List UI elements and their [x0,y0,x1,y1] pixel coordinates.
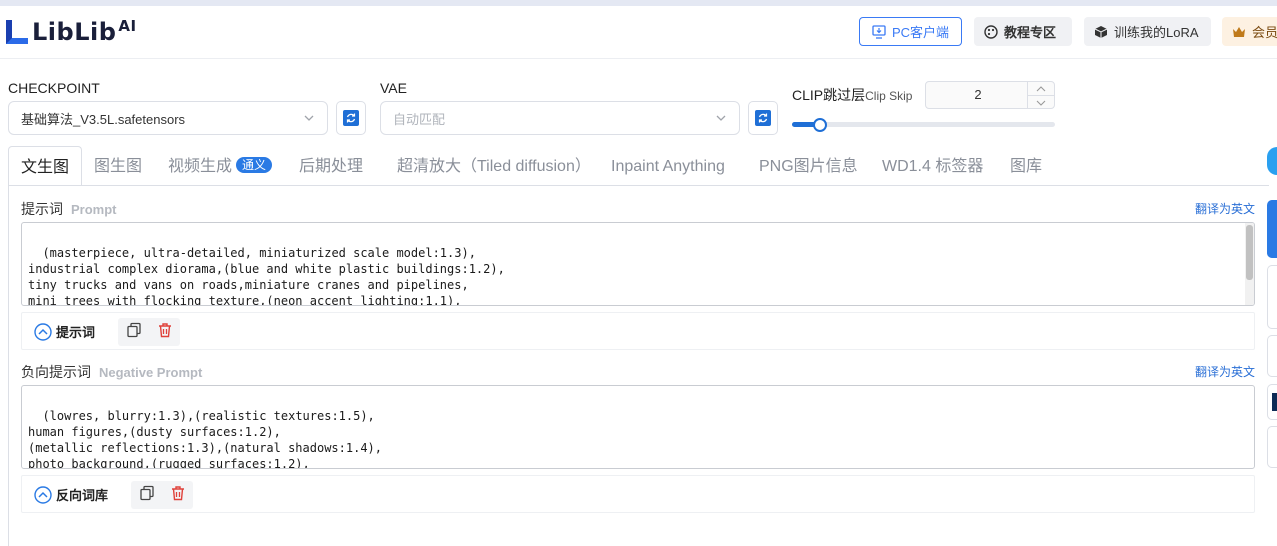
negative-actions [131,481,193,509]
trash-icon[interactable] [157,322,173,343]
slider-thumb[interactable] [813,118,827,132]
prompt-title: 提示词 Prompt [21,199,117,219]
chevron-down-icon [1036,100,1046,106]
vip-label: 会员 [1252,25,1277,40]
vip-button[interactable]: 会员 [1222,17,1277,46]
negative-toolbar-label: 反向词库 [56,488,109,503]
tab-video[interactable]: 视频生成 通义 [168,146,273,186]
prompt-translate-link[interactable]: 翻译为英文 [1195,200,1255,217]
tab-label: PNG图片信息 [759,158,858,175]
tutorials-label: 教程专区 [1004,25,1057,40]
right-side-panel[interactable] [1267,384,1277,420]
chevron-down-icon [715,112,727,127]
tab-inpaint-anything[interactable]: Inpaint Anything [611,146,725,186]
negative-toolbar: 反向词库 [21,475,1255,513]
clip-skip-stepper[interactable]: 2 [925,81,1055,109]
tab-png-info[interactable]: PNG图片信息 [759,146,858,186]
prompt-toolbar-label: 提示词 [56,325,96,340]
vae-select[interactable]: 自动匹配 [380,101,740,135]
clip-skip-slider[interactable] [792,118,1055,132]
chevron-up-circle-icon [34,322,52,341]
checkpoint-value: 基础算法_V3.5L.safetensors [21,111,186,127]
palette-icon [984,24,998,39]
negative-prompt-title: 负向提示词 Negative Prompt [21,362,202,382]
prompt-toolbar: 提示词 [21,312,1255,350]
tab-label: 图生图 [94,158,143,175]
train-lora-label: 训练我的LoRA [1114,25,1199,40]
negative-title-cn: 负向提示词 [21,364,91,380]
chevron-down-icon [303,112,315,127]
tutorials-button[interactable]: 教程专区 [974,17,1072,46]
refresh-icon [755,110,771,126]
negative-collapse-button[interactable]: 反向词库 [34,485,108,504]
tab-txt2img[interactable]: 文生图 [8,146,83,186]
right-side-panel[interactable] [1267,426,1277,468]
trash-icon[interactable] [170,485,186,506]
tab-label: Inpaint Anything [611,158,725,175]
train-lora-button[interactable]: 训练我的LoRA [1084,17,1211,46]
thumbnail-icon [1272,393,1277,411]
crown-icon [1232,26,1246,38]
tab-gallery[interactable]: 图库 [1010,146,1042,186]
prompt-scrollbar[interactable] [1245,223,1254,305]
logo-text: LibLib [32,18,117,46]
logo-ai-text: AI [118,17,137,35]
cube-icon [1094,25,1108,39]
clip-skip-label: CLIP跳过层Clip Skip [792,85,912,105]
checkpoint-select[interactable]: 基础算法_V3.5L.safetensors [8,101,328,135]
logo-mark-icon [4,18,30,46]
monitor-download-icon [872,24,886,39]
clip-skip-title: CLIP跳过层 [792,87,866,103]
negative-prompt-text: (lowres, blurry:1.3),(realistic textures… [28,409,383,469]
copy-icon[interactable] [126,322,142,343]
refresh-icon [343,110,359,126]
vae-placeholder: 自动匹配 [393,111,446,127]
prompt-title-cn: 提示词 [21,201,63,217]
copy-icon[interactable] [139,485,155,506]
tab-label: 超清放大（Tiled diffusion） [397,158,591,175]
vae-label: VAE [380,80,407,96]
pc-client-button[interactable]: PC客户端 [859,17,962,46]
negative-translate-link[interactable]: 翻译为英文 [1195,363,1255,380]
prompt-title-en: Prompt [71,202,117,217]
negative-title-en: Negative Prompt [99,365,203,380]
checkpoint-label: CHECKPOINT [8,80,100,96]
tab-tiled-diffusion[interactable]: 超清放大（Tiled diffusion） [397,146,591,186]
right-side-button[interactable] [1267,200,1277,258]
tab-label: 图库 [1010,158,1043,175]
chevron-up-icon [1036,85,1046,91]
tab-wd14-tagger[interactable]: WD1.4 标签器 [882,146,983,186]
prompt-actions [118,318,180,346]
tongyi-badge: 通义 [236,156,273,173]
prompt-text: (masterpiece, ultra-detailed, miniaturiz… [28,246,505,306]
tab-label: WD1.4 标签器 [882,158,984,175]
prompt-collapse-button[interactable]: 提示词 [34,322,95,341]
checkpoint-refresh-button[interactable] [336,101,366,135]
tab-label: 后期处理 [299,158,364,175]
stepper-up-button[interactable] [1028,82,1054,96]
scrollbar-thumb[interactable] [1246,225,1253,280]
prompt-textarea[interactable]: (masterpiece, ultra-detailed, miniaturiz… [21,222,1255,306]
stepper-down-button[interactable] [1028,96,1054,109]
right-side-panel[interactable] [1267,335,1277,377]
top-header: LibLib AI PC客户端 教程专区 训练我的LoRA 会员 [0,6,1277,59]
function-tabs: 文生图 图生图 视频生成 通义 后期处理 超清放大（Tiled diffusion… [8,146,1268,186]
chevron-up-circle-icon [34,485,52,504]
tab-postprocess[interactable]: 后期处理 [299,146,363,186]
clip-skip-value[interactable]: 2 [926,82,1030,108]
negative-prompt-textarea[interactable]: (lowres, blurry:1.3),(realistic textures… [21,385,1255,469]
pc-client-label: PC客户端 [891,25,950,40]
vae-refresh-button[interactable] [748,101,778,135]
right-side-panel[interactable] [1267,265,1277,329]
tab-label: 文生图 [21,159,70,176]
clip-skip-title-en: Clip Skip [865,89,913,103]
right-help-bubble[interactable] [1267,147,1277,175]
liblib-logo[interactable]: LibLib AI [4,16,137,48]
tab-label: 视频生成 [168,158,233,175]
tab-img2img[interactable]: 图生图 [94,146,142,186]
